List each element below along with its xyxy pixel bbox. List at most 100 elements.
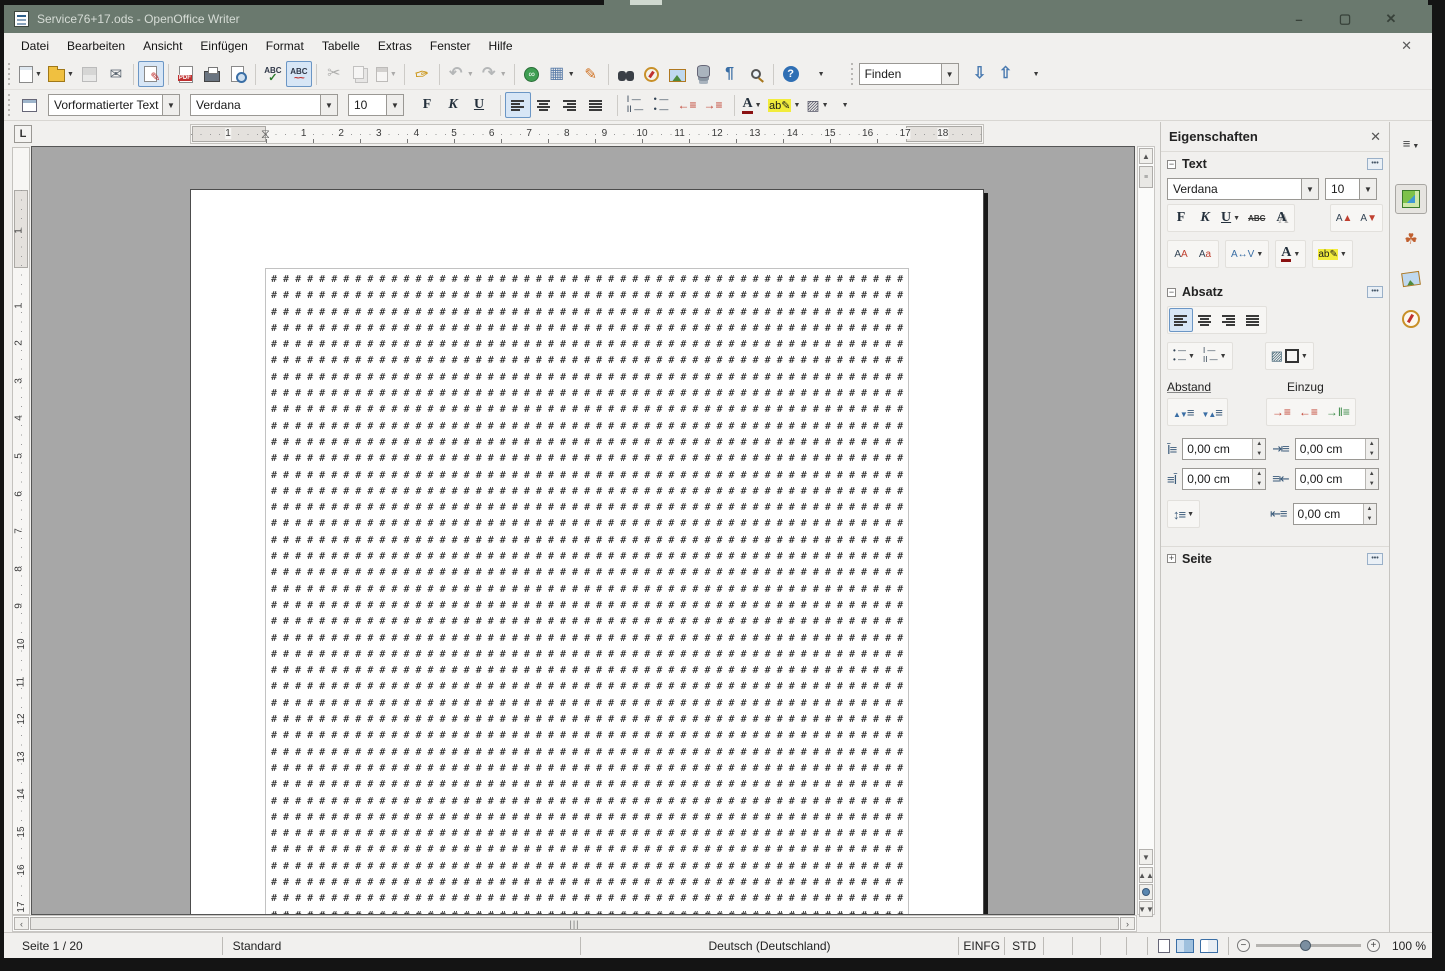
print-button[interactable] <box>199 61 225 87</box>
bullet-list-button[interactable]: • —• — <box>648 92 674 118</box>
grow-font-button[interactable]: A▲ <box>1332 206 1357 230</box>
align-left-button[interactable] <box>505 92 531 118</box>
font-dropdown-icon[interactable]: ▼ <box>320 95 337 115</box>
toolbar-overflow-icon[interactable]: ▼ <box>818 71 825 78</box>
find-dropdown-icon[interactable]: ▼ <box>941 64 958 84</box>
menu-tabelle[interactable]: Tabelle <box>313 34 369 58</box>
scroll-up-icon[interactable]: ▲ <box>1139 148 1153 164</box>
background-color-button[interactable]: ▨▼ <box>803 92 831 118</box>
sidebar-highlight-button[interactable]: ab✎▼ <box>1314 242 1350 266</box>
book-view-icon[interactable] <box>1200 939 1218 953</box>
find-toolbar-grip[interactable] <box>849 63 856 85</box>
style-dropdown-icon[interactable]: ▼ <box>162 95 179 115</box>
horizontal-scrollbar[interactable]: ‹ ||| › <box>12 915 1137 932</box>
spellcheck-button[interactable]: ABC✓ <box>260 61 286 87</box>
scroll-down-icon[interactable]: ▼ <box>1139 849 1153 865</box>
vertical-scrollbar[interactable]: ▲ ≡ ▼ ▲▲ ▼▼ <box>1137 146 1155 915</box>
character-spacing-button[interactable]: A↔V▼ <box>1227 242 1267 266</box>
text-section-header[interactable]: − Text ••• <box>1161 152 1389 176</box>
navigator-button[interactable] <box>639 61 665 87</box>
shadow-button[interactable]: A <box>1269 206 1293 230</box>
table-button[interactable]: ▦▼ <box>545 61 578 87</box>
scroll-left-icon[interactable]: ‹ <box>14 917 29 930</box>
strikethrough-button[interactable]: ABC <box>1244 206 1269 230</box>
toolbar-grip[interactable] <box>6 94 13 116</box>
undo-button[interactable]: ↶▼ <box>444 61 477 87</box>
sidebar-numbered-list-button[interactable]: I —II —▼ <box>1199 344 1231 368</box>
vertical-ruler[interactable]: 1 1234567891011121314151617 <box>12 147 30 915</box>
sidebar-italic-button[interactable]: K <box>1193 206 1217 230</box>
tab-gallery[interactable] <box>1395 264 1427 294</box>
multi-page-view-icon[interactable] <box>1176 939 1194 953</box>
styles-window-button[interactable] <box>16 92 42 118</box>
close-document-icon[interactable]: ✕ <box>1395 36 1418 56</box>
draw-functions-button[interactable]: ✎ <box>578 61 604 87</box>
shrink-font-button[interactable]: A▼ <box>1356 206 1381 230</box>
sidebar-align-center-button[interactable] <box>1193 308 1217 332</box>
find-replace-button[interactable] <box>613 61 639 87</box>
italic-button[interactable]: K <box>440 92 466 118</box>
menu-extras[interactable]: Extras <box>369 34 421 58</box>
maximize-button[interactable]: ▢ <box>1322 5 1368 33</box>
formatting-overflow-icon[interactable]: ▼ <box>842 102 849 109</box>
paragraph-dialog-launcher-icon[interactable]: ••• <box>1367 286 1383 298</box>
edit-file-button[interactable] <box>138 61 164 87</box>
firstline-indent-field[interactable]: 0,00 cm ▲▼ <box>1293 503 1377 525</box>
toolbar-grip[interactable] <box>6 63 13 85</box>
open-button[interactable]: ▼ <box>45 61 77 87</box>
indent-marker-icon[interactable]: ⧖ <box>259 126 272 143</box>
find-toolbar-overflow-icon[interactable]: ▼ <box>1033 71 1040 78</box>
sidebar-decrease-indent-button[interactable]: ←≡ <box>1295 400 1322 424</box>
align-right-button[interactable] <box>557 92 583 118</box>
find-previous-button[interactable]: ⇧ <box>993 61 1019 87</box>
sidebar-underline-button[interactable]: U▼ <box>1217 206 1244 230</box>
find-next-button[interactable]: ⇩ <box>967 61 993 87</box>
formatting-marks-button[interactable]: ¶ <box>717 61 743 87</box>
spinner-icons[interactable]: ▲▼ <box>1363 504 1376 524</box>
ruler-corner-button[interactable]: L <box>14 125 32 143</box>
single-page-view-icon[interactable] <box>1158 939 1170 953</box>
find-input[interactable]: Finden <box>860 67 941 81</box>
page-dialog-launcher-icon[interactable]: ••• <box>1367 553 1383 565</box>
menu-ansicht[interactable]: Ansicht <box>134 34 191 58</box>
zoom-in-icon[interactable]: + <box>1367 939 1380 952</box>
switch-indent-button[interactable]: →‖≡ <box>1322 400 1354 424</box>
sidebar-font-size-combobox[interactable]: 10 ▼ <box>1325 178 1377 200</box>
paragraph-background-button[interactable]: ▨▼ <box>1267 344 1312 368</box>
collapse-icon[interactable]: − <box>1167 160 1176 169</box>
close-button[interactable]: ✕ <box>1368 5 1414 33</box>
indent-before-field[interactable]: 0,00 cm ▲▼ <box>1295 438 1379 460</box>
help-button[interactable]: ? <box>778 61 804 87</box>
decrease-indent-button[interactable]: ←≡ <box>674 92 700 118</box>
decrease-spacing-button[interactable]: ▼▲≡ <box>1197 400 1225 424</box>
cut-button[interactable]: ✂ <box>321 61 347 87</box>
sidebar-size-dropdown-icon[interactable]: ▼ <box>1359 179 1376 199</box>
spinner-icons[interactable]: ▲▼ <box>1365 439 1378 459</box>
spacing-above-field[interactable]: 0,00 cm ▲▼ <box>1182 438 1266 460</box>
zoom-level[interactable]: 100 % <box>1388 939 1432 953</box>
language-status[interactable]: Deutsch (Deutschland) <box>581 937 959 955</box>
redo-button[interactable]: ↷▼ <box>477 61 510 87</box>
sidebar-font-color-button[interactable]: A▼ <box>1277 242 1304 266</box>
document-page[interactable]: # # # # # # # # # # # # # # # # # # # # … <box>190 189 984 915</box>
export-pdf-button[interactable] <box>173 61 199 87</box>
sidebar-font-name-combobox[interactable]: Verdana ▼ <box>1167 178 1319 200</box>
vertical-scroll-thumb[interactable]: ≡ <box>1139 166 1153 188</box>
format-paintbrush-button[interactable]: ✑ <box>409 61 435 87</box>
scroll-right-icon[interactable]: › <box>1120 917 1135 930</box>
sidebar-align-justify-button[interactable] <box>1241 308 1265 332</box>
gallery-button[interactable] <box>665 61 691 87</box>
font-size-combobox[interactable]: 10 ▼ <box>348 94 404 116</box>
new-dropdown-icon[interactable]: ▼ <box>35 71 42 78</box>
increase-indent-button[interactable]: →≡ <box>700 92 726 118</box>
font-name-combobox[interactable]: Verdana ▼ <box>190 94 338 116</box>
underline-button[interactable]: U <box>466 92 492 118</box>
selection-mode-status[interactable]: STD <box>1005 937 1044 955</box>
sidebar-menu-button[interactable]: ≡▼ <box>1395 128 1427 158</box>
spinner-icons[interactable]: ▲▼ <box>1252 439 1265 459</box>
open-dropdown-icon[interactable]: ▼ <box>67 71 74 78</box>
menu-format[interactable]: Format <box>257 34 313 58</box>
email-button[interactable]: ✉ <box>103 61 129 87</box>
tab-navigator[interactable] <box>1395 304 1427 334</box>
text-dialog-launcher-icon[interactable]: ••• <box>1367 158 1383 170</box>
